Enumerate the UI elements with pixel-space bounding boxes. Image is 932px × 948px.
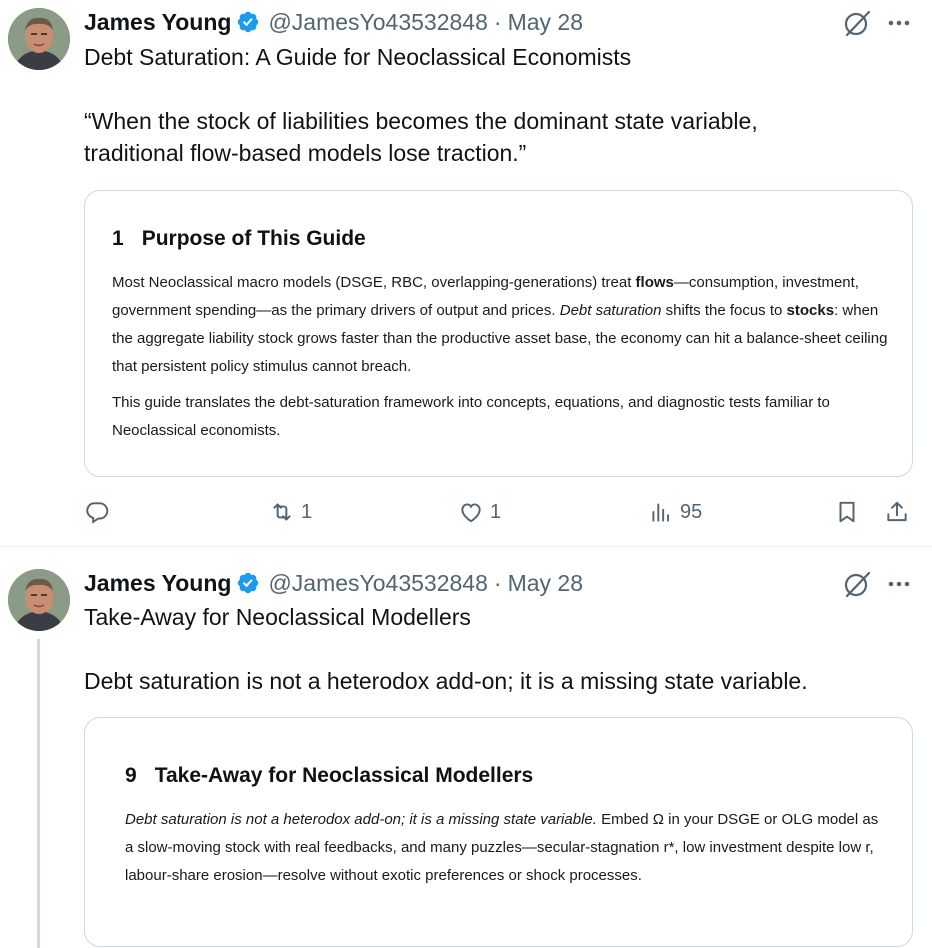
section-heading: 9 Take-Away for Neoclassical Modellers xyxy=(125,764,533,788)
p1-bold-stocks: stocks xyxy=(786,302,835,319)
avatar[interactable] xyxy=(8,8,70,70)
section-number: 9 xyxy=(125,764,137,787)
author-handle[interactable]: @JamesYo43532848 xyxy=(268,570,487,597)
views-icon xyxy=(652,503,670,522)
tweet-1[interactable]: James Young @JamesYo43532848 · May 28 De… xyxy=(0,0,932,547)
verified-badge-icon[interactable] xyxy=(236,571,260,595)
author-handle[interactable]: @JamesYo43532848 xyxy=(268,9,487,36)
views-button[interactable]: 95 xyxy=(648,495,702,529)
tweet-text-quote-line-1: “When the stock of liabilities becomes t… xyxy=(84,108,758,134)
media-card[interactable]: 9 Take-Away for Neoclassical Modellers De… xyxy=(84,717,913,947)
repost-count: 1 xyxy=(301,500,313,523)
grok-icon[interactable] xyxy=(842,8,872,38)
section-title: Take-Away for Neoclassical Modellers xyxy=(154,764,534,787)
tweet-text-quote-line-2: traditional flow-based models lose tract… xyxy=(84,140,527,166)
tweet-text: Take-Away for Neoclassical Modellers Deb… xyxy=(84,601,902,697)
share-button[interactable] xyxy=(884,495,910,529)
tweet-text-title: Take-Away for Neoclassical Modellers xyxy=(84,604,471,630)
tweet-text-title: Debt Saturation: A Guide for Neoclassica… xyxy=(84,44,632,70)
grok-icon[interactable] xyxy=(842,569,872,599)
tweet-text: Debt Saturation: A Guide for Neoclassica… xyxy=(84,41,902,169)
more-icon[interactable] xyxy=(886,569,912,599)
like-button[interactable]: 1 xyxy=(458,495,501,529)
card-paragraph-1: Most Neoclassical macro models (DSGE, RB… xyxy=(112,269,892,381)
tweet-2[interactable]: James Young @JamesYo43532848 · May 28 Ta… xyxy=(0,547,932,948)
bookmark-icon xyxy=(839,501,855,523)
p1-text-a: Most Neoclassical macro models (DSGE, RB… xyxy=(112,274,636,291)
p1-italic-debt-saturation: Debt saturation xyxy=(559,302,662,319)
section-number: 1 xyxy=(112,227,124,250)
media-card[interactable]: 1 Purpose of This Guide Most Neoclassical… xyxy=(84,190,913,477)
separator: · xyxy=(493,8,502,35)
avatar-image xyxy=(8,8,70,70)
avatar[interactable] xyxy=(8,569,70,631)
separator: · xyxy=(493,569,502,596)
p1-text-e: shifts the focus to xyxy=(661,302,787,319)
card-paragraph-2: This guide translates the debt-saturatio… xyxy=(112,394,830,439)
like-icon xyxy=(461,503,481,523)
views-count: 95 xyxy=(680,500,703,523)
bookmark-button[interactable] xyxy=(834,495,860,529)
repost-icon xyxy=(273,503,291,521)
like-count: 1 xyxy=(490,500,502,523)
tweet-date[interactable]: May 28 xyxy=(508,9,583,36)
avatar-image xyxy=(8,569,70,631)
tweet-header: James Young @JamesYo43532848 · May 28 xyxy=(84,567,932,599)
verified-badge-icon[interactable] xyxy=(236,10,260,34)
repost-button[interactable]: 1 xyxy=(269,495,312,529)
share-icon xyxy=(887,501,907,522)
reply-icon xyxy=(86,502,109,524)
section-heading: 1 Purpose of This Guide xyxy=(112,227,366,251)
tweet-text-body: Debt saturation is not a heterodox add-o… xyxy=(84,668,808,694)
action-bar: 1 1 95 xyxy=(84,495,924,529)
tweet-header: James Young @JamesYo43532848 · May 28 xyxy=(84,6,932,38)
tweet-date[interactable]: May 28 xyxy=(508,570,583,597)
card-paragraph-1: Debt saturation is not a heterodox add-o… xyxy=(125,806,885,890)
p1-bold-flows: flows xyxy=(635,274,674,291)
author-name[interactable]: James Young xyxy=(84,9,231,36)
thread-line xyxy=(37,639,40,948)
reply-button[interactable] xyxy=(84,495,116,529)
author-name[interactable]: James Young xyxy=(84,570,231,597)
more-icon[interactable] xyxy=(886,8,912,38)
section-title: Purpose of This Guide xyxy=(141,227,366,250)
p1-italic-lead: Debt saturation is not a heterodox add-o… xyxy=(125,811,597,828)
